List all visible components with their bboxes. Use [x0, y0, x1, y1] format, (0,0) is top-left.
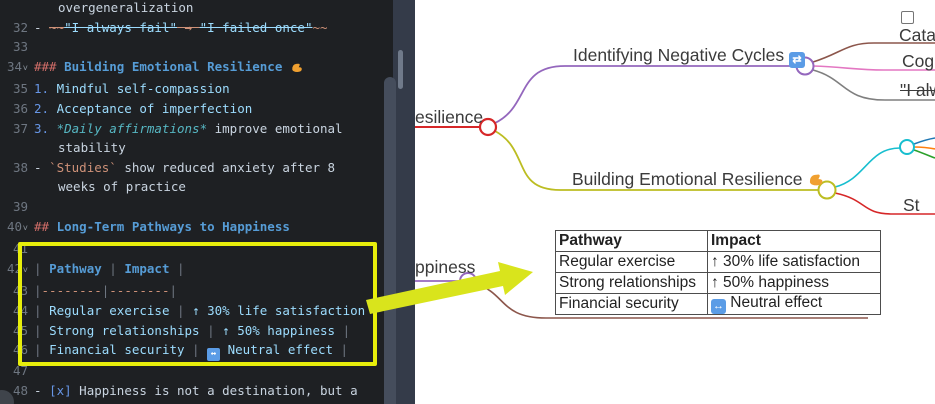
table-row: Regular exercise↑ 30% life satisfaction — [556, 252, 881, 273]
line-text: 3. *Daily affirmations* improve emotiona… — [34, 119, 343, 139]
node-label-text: ppiness — [415, 257, 475, 277]
table-cell-impact: ↑ 50% happiness — [708, 273, 881, 294]
scrollbar-thumb-small[interactable] — [398, 50, 403, 89]
node-label-text: Building Emotional Resilience — [572, 169, 803, 189]
line-number: 35 — [0, 79, 28, 99]
table-cell-impact: ↑ 30% life satisfaction — [708, 252, 881, 273]
code-line[interactable]: 34˅ ### Building Emotional Resilience — [0, 57, 393, 80]
code-line[interactable]: 35 1. Mindful self-compassion — [0, 79, 393, 99]
node-i-always-fail[interactable]: "I alw — [900, 81, 935, 100]
branch-identifying-negative-cycles — [495, 66, 796, 123]
code-line-wrap[interactable]: stability — [0, 138, 393, 158]
line-number: 36 — [0, 99, 28, 119]
line-number: 37 — [0, 119, 28, 139]
code-line[interactable]: 36 2. Acceptance of imperfection — [0, 99, 393, 119]
muscle-emoji-icon — [807, 171, 824, 192]
line-text: ## Long-Term Pathways to Happiness — [34, 217, 290, 240]
branch-cyan-child — [835, 148, 900, 187]
scrollbar-thumb-large[interactable] — [384, 77, 396, 404]
node-circle-cyan-child[interactable] — [900, 140, 914, 154]
muscle-emoji-icon — [290, 60, 303, 80]
fold-chevron-icon[interactable]: ˅ — [22, 220, 28, 240]
code-line[interactable]: 32 - ~~"I always fail" → "I failed once"~… — [0, 18, 393, 38]
line-number: 33 — [0, 37, 28, 57]
code-line[interactable]: 39 — [0, 197, 393, 217]
left-right-arrow-emoji-icon: ↔ — [711, 299, 726, 314]
line-number — [0, 0, 28, 18]
line-text: 1. Mindful self-compassion — [34, 79, 230, 99]
line-text: 2. Acceptance of imperfection — [34, 99, 252, 119]
line-text: ### Building Emotional Resilience — [34, 57, 303, 80]
rendered-markdown-table: Pathway Impact Regular exercise↑ 30% lif… — [555, 230, 881, 315]
line-number: 39 — [0, 197, 28, 217]
line-text: - ~~"I always fail" → "I failed once"~~ — [34, 18, 328, 38]
table-cell-pathway: Financial security — [556, 294, 708, 315]
node-label-text: St — [903, 195, 920, 215]
node-label-text: Cogn — [902, 51, 935, 71]
node-label-text: esilience — [415, 107, 483, 127]
code-line-wrap[interactable]: overgeneralization — [0, 0, 393, 18]
branch-stub-green — [914, 150, 935, 158]
fold-chevron-icon[interactable]: ˅ — [22, 60, 28, 80]
node-label-text: Cata — [899, 25, 935, 45]
line-text: practice — [58, 400, 118, 404]
line-number: 32 — [0, 18, 28, 38]
node-catastrophizing[interactable]: Cata — [899, 26, 935, 45]
node-label-text: "I alw — [900, 80, 935, 100]
code-line[interactable]: 37 3. *Daily affirmations* improve emotio… — [0, 119, 393, 139]
table-row: Financial security↔ Neutral effect — [556, 294, 881, 315]
branch-stub-orange — [914, 147, 935, 149]
code-line[interactable]: 48- [x] Happiness is not a destination, … — [0, 381, 393, 401]
line-text: stability — [58, 138, 126, 158]
line-number — [0, 138, 28, 158]
code-line[interactable]: 33 — [0, 37, 393, 57]
node-happiness[interactable]: ppiness — [415, 258, 475, 277]
line-text: - [x] Happiness is not a destination, bu… — [34, 381, 358, 401]
scrollbar-track[interactable] — [393, 0, 415, 404]
table-header-pathway: Pathway — [556, 231, 708, 252]
line-text: weeks of practice — [58, 177, 186, 197]
table-cell-pathway: Strong relationships — [556, 273, 708, 294]
line-number — [0, 177, 28, 197]
table-row: Strong relationships↑ 50% happiness — [556, 273, 881, 294]
task-checkbox-icon[interactable] — [901, 11, 914, 24]
table-header-impact: Impact — [708, 231, 881, 252]
line-number: 34˅ — [0, 57, 28, 80]
node-building-emotional-resilience[interactable]: Building Emotional Resilience — [572, 170, 824, 192]
table-cell-impact: ↔ Neutral effect — [708, 294, 881, 315]
code-line[interactable]: 38 - `Studies` show reduced anxiety after… — [0, 158, 393, 178]
line-text: - `Studies` show reduced anxiety after 8 — [34, 158, 335, 178]
table-cell-pathway: Regular exercise — [556, 252, 708, 273]
line-number: 38 — [0, 158, 28, 178]
line-number: 40˅ — [0, 217, 28, 240]
repeat-emoji-icon: ⇄ — [789, 52, 805, 68]
node-cognitive[interactable]: Cogn — [902, 52, 935, 71]
code-line[interactable]: 40˅ ## Long-Term Pathways to Happiness — [0, 217, 393, 240]
code-line-wrap[interactable]: weeks of practice — [0, 177, 393, 197]
node-studies[interactable]: St — [903, 196, 920, 215]
line-text: overgeneralization — [58, 0, 193, 18]
branch-stub-blue — [914, 138, 935, 144]
annotation-highlight-box — [18, 242, 377, 366]
app-window: esilience Identifying Negative Cycles ⇄ Ca… — [0, 0, 935, 404]
node-resilience[interactable]: esilience — [415, 108, 483, 127]
node-identifying-negative-cycles[interactable]: Identifying Negative Cycles ⇄ — [573, 46, 805, 68]
code-line-wrap[interactable]: practice — [0, 400, 393, 404]
node-label-text: Identifying Negative Cycles — [573, 45, 784, 65]
branch-studies — [835, 193, 935, 214]
